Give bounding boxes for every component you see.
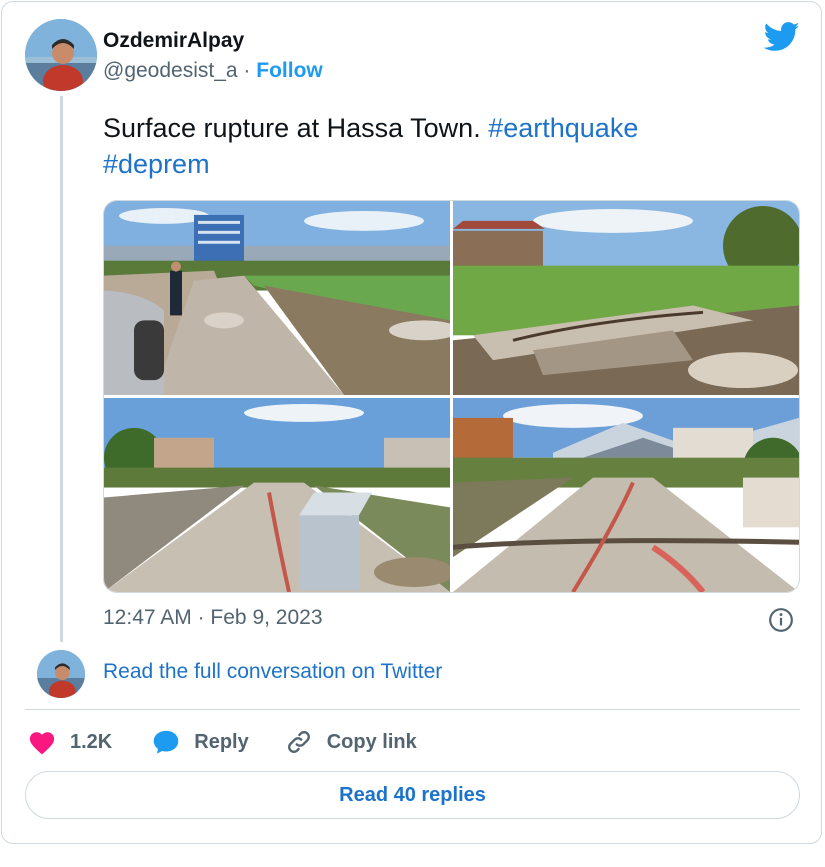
twitter-bird-icon[interactable]: [764, 22, 800, 52]
tweet-body: Surface rupture at Hassa Town.: [103, 113, 481, 143]
read-conversation-link[interactable]: Read the full conversation on Twitter: [103, 660, 442, 684]
media-photo-2[interactable]: [453, 201, 799, 395]
media-photo-3[interactable]: [104, 398, 450, 592]
author-name[interactable]: OzdemirAlpay: [103, 29, 244, 53]
timestamp-separator: ·: [197, 606, 205, 629]
link-icon: [287, 731, 310, 753]
like-count: 1.2K: [70, 730, 113, 753]
separator: ·: [243, 59, 251, 82]
reply-bubble-icon: [154, 730, 179, 754]
copy-link-button[interactable]: Copy link: [285, 728, 417, 756]
heart-icon: [29, 732, 55, 755]
tweet-time: 12:47 AM: [103, 606, 192, 629]
author-avatar[interactable]: [25, 19, 97, 91]
read-replies-button[interactable]: Read 40 replies: [25, 771, 800, 819]
hashtag-earthquake[interactable]: #earthquake: [488, 113, 638, 143]
hashtag-deprem[interactable]: #deprem: [103, 149, 210, 179]
author-handle[interactable]: @geodesist_a: [103, 59, 238, 82]
follow-button[interactable]: Follow: [256, 59, 323, 82]
tweet-timestamp[interactable]: 12:47 AM · Feb 9, 2023: [103, 606, 323, 630]
info-icon[interactable]: [768, 607, 794, 633]
tweet-text: Surface rupture at Hassa Town. #earthqua…: [103, 110, 793, 182]
small-avatar[interactable]: [37, 650, 85, 698]
divider: [25, 709, 800, 710]
tweet-date: Feb 9, 2023: [210, 606, 323, 629]
reply-label: Reply: [194, 730, 249, 753]
media-photo-1[interactable]: [104, 201, 450, 395]
copy-link-label: Copy link: [326, 730, 417, 753]
thread-line: [60, 96, 63, 642]
media-photo-4[interactable]: [453, 398, 799, 592]
media-grid: [103, 200, 800, 593]
reply-button[interactable]: Reply: [152, 729, 249, 755]
like-button[interactable]: 1.2K: [28, 729, 112, 755]
action-bar: 1.2K Reply Copy link: [28, 725, 417, 759]
author-handle-row: @geodesist_a · Follow: [103, 59, 323, 83]
